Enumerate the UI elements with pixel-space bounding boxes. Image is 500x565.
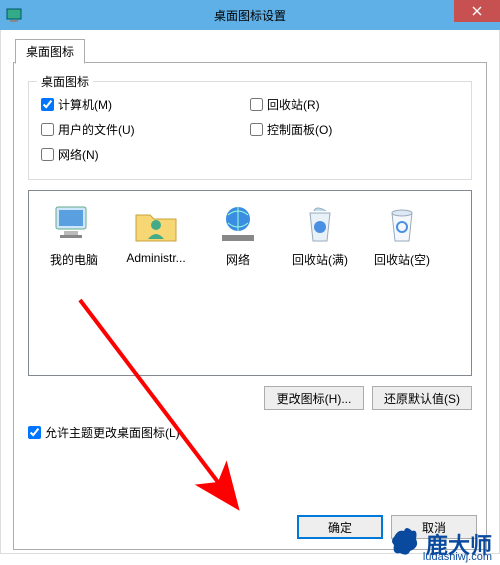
cancel-button[interactable]: 取消 (391, 515, 477, 539)
icon-label: 我的电脑 (35, 251, 113, 268)
restore-default-button[interactable]: 还原默认值(S) (372, 386, 472, 410)
icon-label: 回收站(空) (363, 251, 441, 268)
computer-icon (50, 201, 98, 249)
icon-item-recycle-empty[interactable]: 回收站(空) (363, 197, 441, 268)
check-computer-label: 计算机(M) (58, 96, 112, 113)
allow-themes-box[interactable] (28, 426, 41, 439)
check-network-box[interactable] (41, 148, 54, 161)
change-icon-button[interactable]: 更改图标(H)... (264, 386, 364, 410)
window-title: 桌面图标设置 (214, 7, 286, 24)
button-label: 更改图标(H)... (277, 390, 352, 407)
icon-label: 网络 (199, 251, 277, 268)
check-controlpanel-label: 控制面板(O) (267, 121, 332, 138)
allow-themes-label: 允许主题更改桌面图标(L) (45, 424, 180, 441)
groupbox-desktop-icons: 桌面图标 计算机(M) 回收站(R) 用户的文件(U) 控制 (28, 81, 472, 180)
button-label: 确定 (328, 519, 352, 536)
check-recycle-label: 回收站(R) (267, 96, 320, 113)
network-icon (214, 201, 262, 249)
check-network[interactable]: 网络(N) (41, 142, 250, 167)
user-folder-icon (132, 201, 180, 249)
allow-themes-checkbox[interactable]: 允许主题更改桌面图标(L) (28, 424, 472, 441)
icon-label: 回收站(满) (281, 251, 359, 268)
icon-item-admin[interactable]: Administr... (117, 197, 195, 268)
check-recycle[interactable]: 回收站(R) (250, 92, 459, 117)
dialog-footer-buttons: 确定 取消 (297, 515, 477, 539)
recycle-empty-icon (378, 201, 426, 249)
check-userfiles-label: 用户的文件(U) (58, 121, 135, 138)
tabstrip: 桌面图标 (15, 38, 487, 62)
check-computer-box[interactable] (41, 98, 54, 111)
close-button[interactable] (454, 0, 500, 22)
system-icon (6, 7, 22, 23)
tab-label: 桌面图标 (26, 45, 74, 59)
tab-panel: 桌面图标 计算机(M) 回收站(R) 用户的文件(U) 控制 (13, 62, 487, 550)
check-network-label: 网络(N) (58, 146, 99, 163)
groupbox-legend: 桌面图标 (37, 73, 93, 90)
check-userfiles[interactable]: 用户的文件(U) (41, 117, 250, 142)
titlebar: 桌面图标设置 (0, 0, 500, 30)
check-recycle-box[interactable] (250, 98, 263, 111)
check-userfiles-box[interactable] (41, 123, 54, 136)
icon-item-recycle-full[interactable]: 回收站(满) (281, 197, 359, 268)
tab-desktop-icons[interactable]: 桌面图标 (15, 39, 85, 64)
button-label: 还原默认值(S) (384, 390, 460, 407)
icon-preview-list[interactable]: 我的电脑 Administr... 网络 (28, 190, 472, 376)
button-label: 取消 (422, 519, 446, 536)
icon-item-computer[interactable]: 我的电脑 (35, 197, 113, 268)
check-controlpanel-box[interactable] (250, 123, 263, 136)
dialog-body: 桌面图标 桌面图标 计算机(M) 回收站(R) 用户的文件(U) (0, 30, 500, 554)
check-computer[interactable]: 计算机(M) (41, 92, 250, 117)
icon-label: Administr... (117, 251, 195, 265)
icon-item-network[interactable]: 网络 (199, 197, 277, 268)
check-controlpanel[interactable]: 控制面板(O) (250, 117, 459, 142)
recycle-full-icon (296, 201, 344, 249)
ok-button[interactable]: 确定 (297, 515, 383, 539)
